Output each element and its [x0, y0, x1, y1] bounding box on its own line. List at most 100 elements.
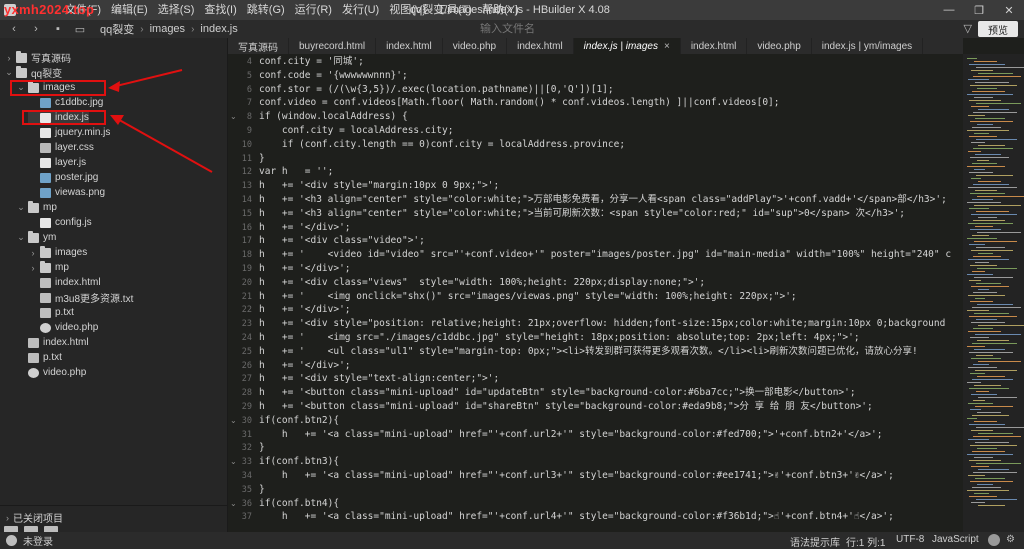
- close-window-button[interactable]: ✕: [994, 0, 1024, 20]
- close-tab-icon[interactable]: ×: [664, 41, 670, 52]
- tree-file[interactable]: viewas.png: [28, 185, 105, 200]
- syntax-hint-link[interactable]: 语法提示库: [790, 534, 840, 549]
- code-line[interactable]: if(conf.btn3){: [259, 455, 963, 468]
- code-line[interactable]: h += '<a class="mini-upload" href="'+con…: [259, 428, 963, 441]
- tree-folder[interactable]: › images: [28, 245, 87, 260]
- fold-toggle-icon[interactable]: ⌄: [230, 112, 237, 121]
- code-line[interactable]: h += ' <img onclick="shx()" src="images/…: [259, 290, 963, 303]
- code-line[interactable]: }: [259, 441, 963, 454]
- code-line[interactable]: h += '</div>';: [259, 359, 963, 372]
- tree-file[interactable]: m3u8更多资源.txt: [28, 290, 133, 305]
- code-line[interactable]: h += ' <video id="video" src="'+conf.vid…: [259, 248, 963, 261]
- breadcrumb-item[interactable]: images: [150, 23, 185, 35]
- editor-tab[interactable]: video.php: [747, 38, 812, 54]
- preview-button[interactable]: 预览: [978, 21, 1018, 37]
- editor-tab[interactable]: index.html: [681, 38, 748, 54]
- minimap[interactable]: [963, 54, 1024, 532]
- tree-file[interactable]: index.html: [28, 275, 101, 290]
- tree-file[interactable]: layer.css: [28, 140, 94, 155]
- code-line[interactable]: if(conf.btn4){: [259, 497, 963, 510]
- chevron-down-icon[interactable]: ⌄: [16, 232, 26, 243]
- code-line[interactable]: conf.stor = (/(\w{3,5})/.exec(location.p…: [259, 83, 963, 96]
- fold-toggle-icon[interactable]: ⌄: [230, 457, 237, 466]
- tree-file[interactable]: poster.jpg: [28, 170, 98, 185]
- code-line[interactable]: if (conf.city.length == 0)conf.city = lo…: [259, 138, 963, 151]
- code-line[interactable]: h += '<div class="video">';: [259, 234, 963, 247]
- code-line[interactable]: h += ' <img src="./images/c1ddbc.jpg" st…: [259, 331, 963, 344]
- code-line[interactable]: var h = '';: [259, 165, 963, 178]
- file-search-input[interactable]: [480, 23, 950, 35]
- editor-tab[interactable]: index.html: [376, 38, 443, 54]
- breadcrumb-item[interactable]: qq裂变: [100, 21, 134, 37]
- editor-tab[interactable]: index.js | ym/images: [812, 38, 924, 54]
- save-icon[interactable]: ▪: [50, 21, 66, 37]
- code-area[interactable]: conf.city = '同城'; conf.code = '{wwwwwwnnn…: [259, 54, 963, 532]
- menu-item[interactable]: 跳转(G): [242, 0, 290, 20]
- code-line[interactable]: h += '</div>';: [259, 303, 963, 316]
- filter-icon[interactable]: ▽: [964, 22, 972, 35]
- fold-toggle-icon[interactable]: ⌄: [230, 499, 237, 508]
- folder-icon[interactable]: ▭: [72, 21, 88, 37]
- tree-file[interactable]: p.txt: [28, 305, 74, 320]
- chevron-down-icon[interactable]: ⌄: [4, 67, 14, 78]
- code-line[interactable]: conf.city = '同城';: [259, 55, 963, 68]
- code-line[interactable]: h += '<div class="views" style="width: 1…: [259, 276, 963, 289]
- editor-tab[interactable]: index.js | images ×: [573, 38, 681, 54]
- tree-file[interactable]: layer.js: [28, 155, 86, 170]
- cursor-position[interactable]: 行:1 列:1: [846, 534, 885, 549]
- code-line[interactable]: h += '<div style="margin:10px 0 9px;">';: [259, 179, 963, 192]
- tree-file[interactable]: video.php: [16, 365, 86, 380]
- chevron-right-icon[interactable]: ›: [4, 53, 14, 63]
- code-editor[interactable]: 4 5 6 7 8 ⌄ 9 10 11 12 13 14 15 16 17 18 19 20 21 22 23 24 25 2…: [228, 54, 963, 532]
- notification-icon[interactable]: ⚙: [1006, 534, 1015, 545]
- editor-tab[interactable]: video.php: [443, 38, 508, 54]
- chevron-down-icon[interactable]: ⌄: [16, 202, 26, 213]
- code-line[interactable]: h += '<div style="position: relative;hei…: [259, 317, 963, 330]
- language-mode[interactable]: JavaScript: [932, 534, 979, 545]
- tree-folder[interactable]: › mp: [28, 260, 69, 275]
- tree-folder[interactable]: ⌄ ym: [16, 230, 56, 245]
- fold-toggle-icon[interactable]: ⌄: [230, 416, 237, 425]
- code-line[interactable]: h += '<button class="mini-upload" id="up…: [259, 386, 963, 399]
- menu-item[interactable]: 运行(R): [290, 0, 337, 20]
- code-line[interactable]: h += ' <ul class="ul1" style="margin-top…: [259, 345, 963, 358]
- tree-file[interactable]: config.js: [28, 215, 92, 230]
- menu-item[interactable]: 编辑(E): [106, 0, 153, 20]
- chevron-right-icon[interactable]: ›: [28, 248, 38, 258]
- editor-tab[interactable]: buyrecord.html: [289, 38, 377, 54]
- code-line[interactable]: h += '<button class="mini-upload" id="sh…: [259, 400, 963, 413]
- code-line[interactable]: conf.code = '{wwwwwwnnn}';: [259, 69, 963, 82]
- code-line[interactable]: h += '</div>';: [259, 262, 963, 275]
- tree-file[interactable]: index.html: [16, 335, 89, 350]
- back-icon[interactable]: ‹: [6, 21, 22, 37]
- code-line[interactable]: }: [259, 152, 963, 165]
- code-line[interactable]: h += '</div>';: [259, 221, 963, 234]
- forward-icon[interactable]: ›: [28, 21, 44, 37]
- tree-file[interactable]: p.txt: [16, 350, 62, 365]
- code-line[interactable]: h += '<a class="mini-upload" href="'+con…: [259, 510, 963, 523]
- code-line[interactable]: h += '<div style="text-align:center;">';: [259, 372, 963, 385]
- code-line[interactable]: h += '<h3 align="center" style="color:wh…: [259, 193, 963, 206]
- code-line[interactable]: if (window.localAddress) {: [259, 110, 963, 123]
- tree-folder[interactable]: › 写真源码: [4, 50, 71, 65]
- tree-folder[interactable]: ⌄ mp: [16, 200, 57, 215]
- editor-tab[interactable]: 写真源码: [228, 38, 289, 54]
- menu-item[interactable]: 查找(I): [199, 0, 241, 20]
- login-status[interactable]: 未登录: [6, 533, 53, 548]
- maximize-button[interactable]: ❐: [964, 0, 994, 20]
- account-icon[interactable]: [988, 534, 1000, 546]
- code-line[interactable]: conf.video = conf.videos[Math.floor( Mat…: [259, 96, 963, 109]
- encoding-indicator[interactable]: UTF-8: [896, 534, 924, 545]
- tree-file[interactable]: video.php: [28, 320, 98, 335]
- tree-file[interactable]: jquery.min.js: [28, 125, 110, 140]
- tree-folder[interactable]: ⌄ qq裂变: [4, 65, 62, 80]
- minimize-button[interactable]: —: [934, 0, 964, 20]
- code-line[interactable]: conf.city = localAddress.city;: [259, 124, 963, 137]
- code-line[interactable]: h += '<h3 align="center" style="color:wh…: [259, 207, 963, 220]
- closed-projects-section[interactable]: › 已关闭项目: [6, 510, 63, 526]
- code-line[interactable]: if(conf.btn2){: [259, 414, 963, 427]
- code-line[interactable]: h += '<a class="mini-upload" href="'+con…: [259, 469, 963, 482]
- tree-file[interactable]: c1ddbc.jpg: [28, 95, 103, 110]
- chevron-right-icon[interactable]: ›: [28, 263, 38, 273]
- editor-tab[interactable]: index.html: [507, 38, 574, 54]
